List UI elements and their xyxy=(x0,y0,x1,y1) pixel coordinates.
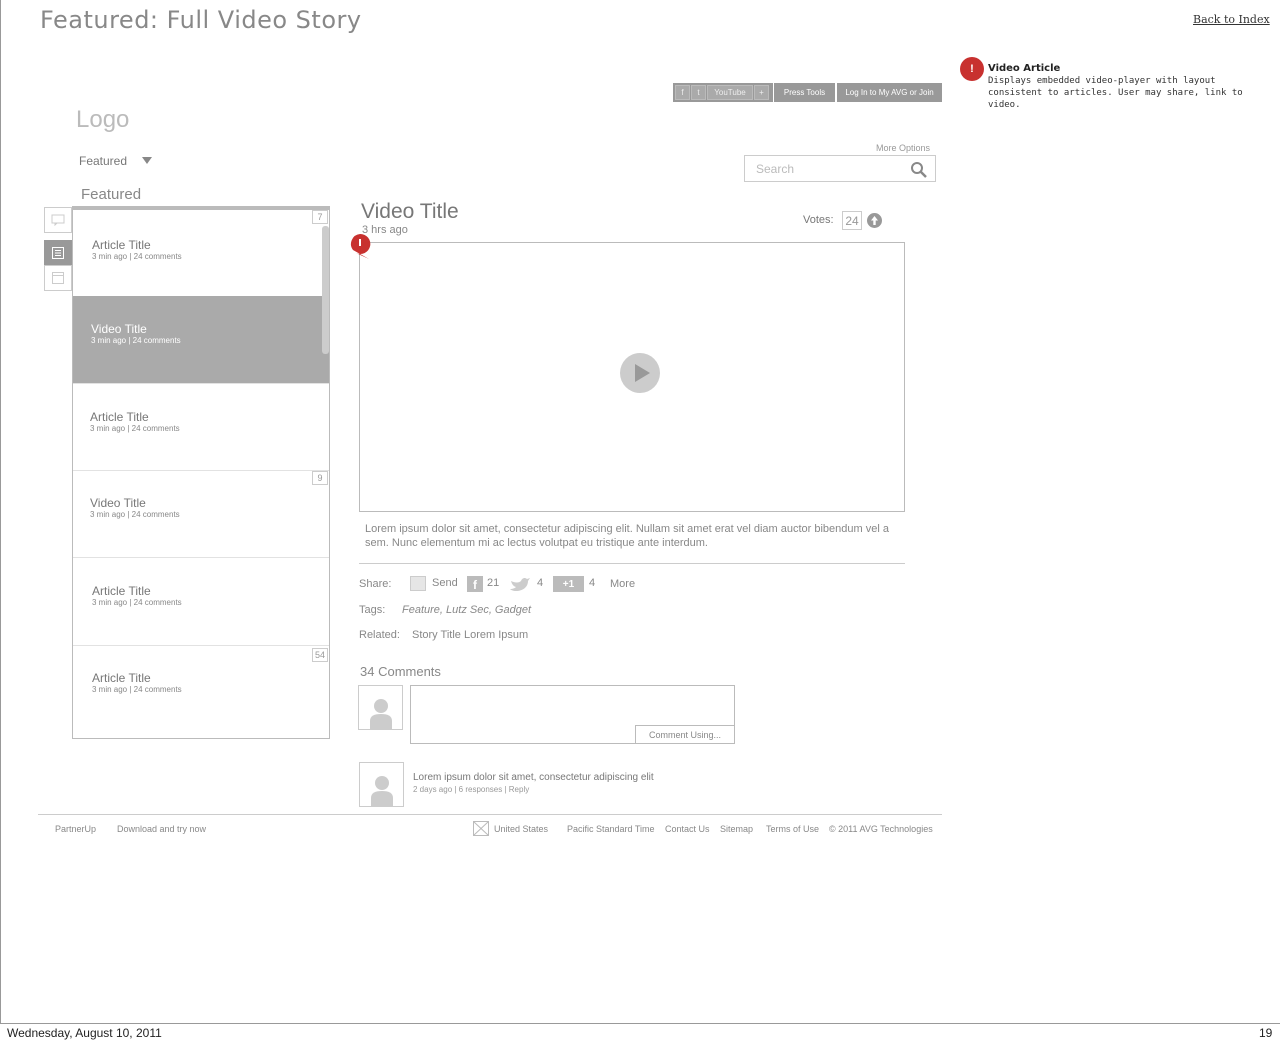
list-item-meta: 3 min ago | 24 comments xyxy=(92,598,182,607)
list-item-meta: 3 min ago | 24 comments xyxy=(92,685,182,694)
footer-timezone-link[interactable]: Pacific Standard Time xyxy=(567,824,655,834)
tab-list[interactable] xyxy=(44,240,72,266)
annotation-text: Displays embedded video-player with layo… xyxy=(988,76,1243,110)
tags-list[interactable]: Feature, Lutz Sec, Gadget xyxy=(402,604,531,616)
youtube-icon[interactable]: YouTube xyxy=(707,85,753,100)
facebook-share-icon[interactable]: f xyxy=(467,576,483,592)
more-share-link[interactable]: More xyxy=(610,578,635,590)
list-item[interactable]: 9 Video Title 3 min ago | 24 comments xyxy=(73,471,329,558)
user-silhouette-icon xyxy=(369,699,392,729)
play-button[interactable] xyxy=(620,353,660,393)
footer-contact-link[interactable]: Contact Us xyxy=(665,824,710,834)
avatar xyxy=(359,762,404,807)
tags-label: Tags: xyxy=(359,604,386,616)
count-badge: 54 xyxy=(312,648,328,662)
annotation-marker: ! xyxy=(960,57,984,81)
speech-bubble-icon xyxy=(51,214,65,226)
video-title: Video Title xyxy=(361,200,459,223)
footer-terms-link[interactable]: Terms of Use xyxy=(766,824,819,834)
plusone-count: 4 xyxy=(589,577,596,589)
flag-icon xyxy=(473,821,489,836)
avatar xyxy=(358,685,403,730)
comment-meta-text: 2 days ago | 6 responses | xyxy=(413,785,507,794)
tab-page[interactable] xyxy=(44,265,72,291)
list-item-title: Article Title xyxy=(90,410,149,424)
arrow-up-icon xyxy=(871,216,878,225)
plus-icon[interactable]: + xyxy=(754,85,769,100)
count-badge: 9 xyxy=(312,471,328,485)
footer-copyright: © 2011 AVG Technologies xyxy=(829,824,933,834)
plusone-button[interactable]: +1 xyxy=(553,576,584,592)
facebook-count: 21 xyxy=(487,577,500,589)
search-input[interactable] xyxy=(745,156,895,181)
comment-using-button[interactable]: Comment Using... xyxy=(635,725,735,744)
footer-sitemap-link[interactable]: Sitemap xyxy=(720,824,753,834)
search-field xyxy=(744,155,936,182)
login-button[interactable]: Log In to My AVG or Join xyxy=(837,83,942,102)
vote-up-button[interactable] xyxy=(867,213,882,228)
social-bar: f t YouTube + xyxy=(673,83,773,102)
list-item-meta: 3 min ago | 24 comments xyxy=(92,252,182,261)
list-scrollbar[interactable] xyxy=(322,226,329,354)
comment-meta: 2 days ago | 6 responses | Reply xyxy=(413,785,529,794)
votes-label: Votes: xyxy=(803,214,834,226)
list-item-title: Video Title xyxy=(91,322,147,336)
list-item[interactable]: Article Title 3 min ago | 24 comments xyxy=(73,384,329,471)
divider xyxy=(359,563,905,564)
comments-heading: 34 Comments xyxy=(360,664,441,679)
twitter-share-icon[interactable] xyxy=(509,575,531,593)
logo[interactable]: Logo xyxy=(76,106,129,134)
list-item-title: Article Title xyxy=(92,584,151,598)
send-button[interactable]: Send xyxy=(432,577,458,589)
reply-link[interactable]: Reply xyxy=(509,785,529,794)
page-icon xyxy=(52,272,64,284)
footer-download-link[interactable]: Download and try now xyxy=(117,824,206,834)
print-date: Wednesday, August 10, 2011 xyxy=(7,1026,162,1040)
list-icon xyxy=(52,247,64,259)
page-number: 19 xyxy=(1259,1026,1273,1040)
page-title: Featured: Full Video Story xyxy=(40,6,362,34)
list-item-selected[interactable]: Video Title 3 min ago | 24 comments xyxy=(73,296,329,384)
twitter-icon[interactable]: t xyxy=(691,85,706,100)
tab-comments[interactable] xyxy=(44,207,72,233)
twitter-count: 4 xyxy=(537,577,544,589)
play-icon xyxy=(635,364,650,382)
share-label: Share: xyxy=(359,578,392,590)
list-item-meta: 3 min ago | 24 comments xyxy=(90,510,180,519)
footer-divider xyxy=(38,814,942,815)
section-dropdown[interactable]: Featured xyxy=(79,154,127,168)
more-options-link[interactable]: More Options xyxy=(876,143,930,153)
annotation-title: Video Article xyxy=(988,63,1061,74)
chevron-down-icon[interactable] xyxy=(142,157,152,164)
list-item[interactable]: 54 Article Title 3 min ago | 24 comments xyxy=(73,648,329,735)
article-list: Article Title 3 min ago | 24 comments 7 … xyxy=(72,206,330,739)
sidebar-heading: Featured xyxy=(81,186,142,203)
search-icon[interactable] xyxy=(910,161,927,178)
related-link[interactable]: Story Title Lorem Ipsum xyxy=(412,629,528,641)
footer-partnerup-link[interactable]: PartnerUp xyxy=(55,824,96,834)
facebook-icon[interactable]: f xyxy=(675,85,690,100)
list-item-meta: 3 min ago | 24 comments xyxy=(91,336,181,345)
back-to-index-link[interactable]: Back to Index xyxy=(1193,13,1270,26)
list-item[interactable]: Article Title 3 min ago | 24 comments 7 xyxy=(73,210,329,297)
list-item[interactable]: Article Title 3 min ago | 24 comments xyxy=(73,559,329,646)
callout-marker-icon xyxy=(350,233,371,259)
list-item-title: Video Title xyxy=(90,496,146,510)
video-description: Lorem ipsum dolor sit amet, consectetur … xyxy=(365,523,889,549)
bird-icon xyxy=(510,577,530,591)
press-tools-button[interactable]: Press Tools xyxy=(774,83,835,102)
list-item-title: Article Title xyxy=(92,671,151,685)
footer-country-link[interactable]: United States xyxy=(494,824,548,834)
user-silhouette-icon xyxy=(370,776,393,806)
email-icon[interactable] xyxy=(410,576,426,591)
list-item-title: Article Title xyxy=(92,238,151,252)
count-badge: 7 xyxy=(312,210,328,224)
votes-count: 24 xyxy=(842,211,862,230)
list-item-meta: 3 min ago | 24 comments xyxy=(90,424,180,433)
annotation-callout xyxy=(349,233,373,265)
related-label: Related: xyxy=(359,629,400,641)
comment-body: Lorem ipsum dolor sit amet, consectetur … xyxy=(413,772,654,783)
